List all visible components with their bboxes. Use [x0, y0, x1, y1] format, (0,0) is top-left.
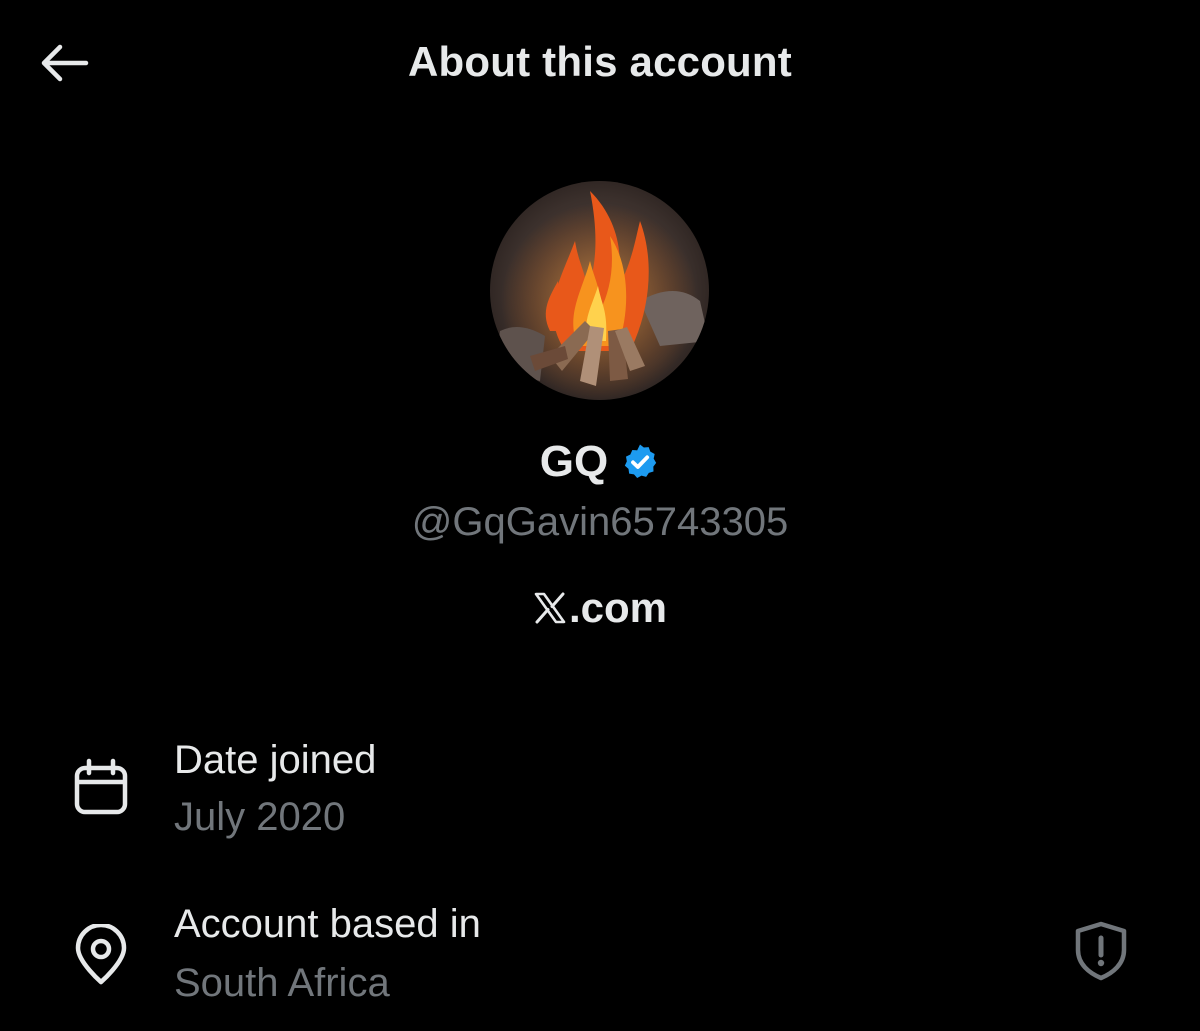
verified-badge-icon: [625, 444, 657, 478]
campfire-avatar-image: [490, 181, 709, 400]
location-info-button[interactable]: [1068, 918, 1134, 984]
page-title: About this account: [408, 38, 792, 85]
user-handle: @GqGavin65743305: [411, 500, 789, 544]
date-joined-value: July 2020: [174, 795, 346, 839]
site-domain: .com: [568, 584, 668, 631]
display-name: GQ: [539, 437, 609, 486]
account-location-label: Account based in: [174, 902, 481, 946]
account-location-row: Account based in South Africa: [0, 896, 1200, 1016]
x-logo-icon: [534, 592, 566, 624]
profile-name-row: GQ: [0, 436, 1200, 488]
date-joined-label: Date joined: [174, 738, 377, 782]
location-pin-icon: [75, 924, 127, 985]
date-joined-row: Date joined July 2020: [0, 730, 1200, 850]
calendar-icon: [74, 758, 128, 815]
avatar[interactable]: [490, 181, 709, 400]
top-bar: About this account: [0, 0, 1200, 124]
x-com-link[interactable]: .com: [0, 583, 1200, 633]
shield-alert-icon: [1075, 921, 1127, 981]
account-location-value: South Africa: [174, 961, 390, 1005]
